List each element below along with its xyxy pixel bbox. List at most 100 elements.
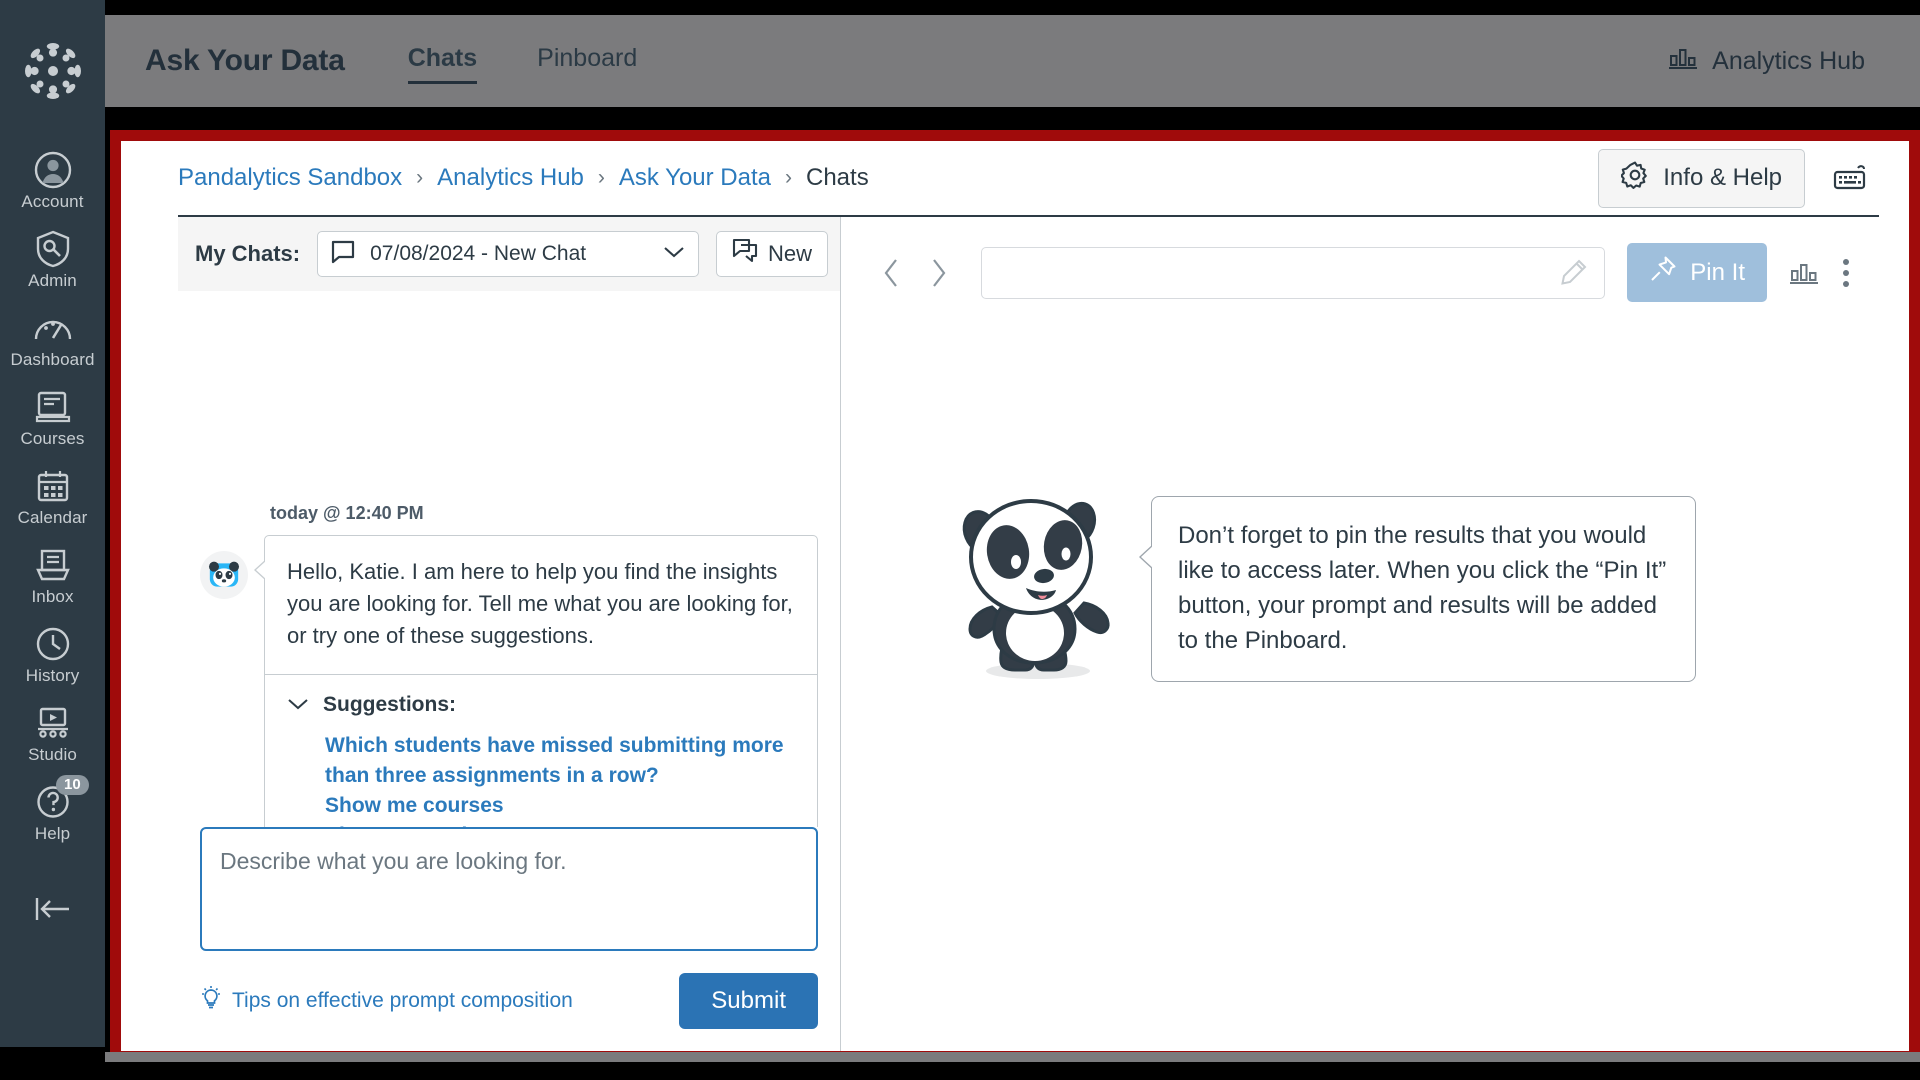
suggestions-toggle[interactable]: Suggestions: — [287, 693, 795, 717]
gauge-icon — [33, 308, 73, 348]
lightbulb-icon — [200, 986, 222, 1016]
results-title-input[interactable] — [981, 246, 1606, 299]
pin-it-tooltip: Don’t forget to pin the results that you… — [1139, 496, 1696, 682]
breadcrumb-separator: › — [416, 166, 424, 189]
sidebar-item-help[interactable]: 10 Help — [0, 773, 105, 852]
keyboard-shortcuts-icon[interactable] — [1833, 164, 1867, 192]
sidebar-label: Dashboard — [10, 350, 95, 369]
message-timestamp: today @ 12:40 PM — [270, 503, 424, 523]
assistant-message-group: today @ 12:40 PM Hello, Katie. I am here… — [200, 503, 818, 827]
header-tabs: Chats Pinboard — [407, 44, 637, 84]
chevron-down-icon — [662, 244, 686, 265]
sidebar-item-calendar[interactable]: Calendar — [0, 457, 105, 536]
content-header-actions: Info & Help — [1598, 148, 1909, 208]
sidebar-item-dashboard[interactable]: Dashboard — [0, 299, 105, 378]
breadcrumb-separator: › — [597, 166, 605, 189]
breadcrumb-item-chats: Chats — [806, 164, 869, 191]
sidebar-label: Inbox — [31, 587, 74, 606]
sidebar-item-account[interactable]: Account — [0, 141, 105, 220]
pin-it-button[interactable]: Pin It — [1627, 243, 1767, 302]
my-chats-label: My Chats: — [195, 241, 301, 266]
gear-icon — [1620, 161, 1649, 196]
analytics-hub-button[interactable]: Analytics Hub — [1668, 45, 1865, 78]
new-chat-label: New — [767, 241, 812, 266]
breadcrumb-separator: › — [785, 166, 792, 189]
breadcrumb: Pandalytics Sandbox › Analytics Hub › As… — [121, 141, 1909, 215]
breadcrumb-item-ask-your-data[interactable]: Ask Your Data — [619, 164, 771, 192]
suggestion-item[interactable]: Show me courses — [325, 791, 795, 821]
sidebar-item-inbox[interactable]: Inbox — [0, 536, 105, 615]
sidebar-item-history[interactable]: History — [0, 615, 105, 694]
sidebar-label: Calendar — [17, 508, 88, 527]
sidebar-item-courses[interactable]: Courses — [0, 378, 105, 457]
suggestions-section: Suggestions: Which students have missed … — [265, 674, 817, 827]
assistant-greeting-text: Hello, Katie. I am here to help you find… — [287, 559, 793, 649]
pin-it-label: Pin It — [1690, 258, 1745, 286]
sidebar-label: Studio — [28, 745, 77, 764]
results-panel: Pin It Don’t forget to pin the results t… — [841, 217, 1879, 1051]
help-badge-count: 10 — [56, 775, 89, 795]
sidebar-item-admin[interactable]: Admin — [0, 220, 105, 299]
content-area: Pandalytics Sandbox › Analytics Hub › As… — [121, 141, 1909, 1051]
app-window: Account Admin Dashboard Courses Calendar… — [0, 0, 1920, 1080]
suggestions-label: Suggestions: — [323, 693, 457, 717]
prompt-composer: Describe what you are looking for. Tips … — [178, 827, 840, 1051]
collapse-arrow-icon[interactable] — [31, 894, 75, 929]
analytics-hub-label: Analytics Hub — [1712, 46, 1865, 75]
shield-wrench-icon — [35, 229, 71, 269]
calendar-icon — [36, 466, 70, 506]
composer-footer: Tips on effective prompt composition Sub… — [200, 973, 818, 1051]
prompt-input[interactable]: Describe what you are looking for. — [200, 827, 818, 951]
prompt-tips-label: Tips on effective prompt composition — [232, 989, 573, 1012]
chevron-left-icon[interactable] — [867, 257, 915, 289]
global-navigation-sidebar: Account Admin Dashboard Courses Calendar… — [0, 0, 105, 1047]
chat-select-value: 07/08/2024 - New Chat — [370, 242, 587, 265]
chat-workspace: My Chats: 07/08/2024 - New Chat New toda… — [178, 215, 1879, 1051]
results-toolbar: Pin It — [841, 217, 1879, 302]
info-and-help-button[interactable]: Info & Help — [1598, 148, 1805, 208]
panda-avatar-icon — [200, 551, 248, 599]
suggestion-item[interactable]: Show me students — [325, 821, 795, 827]
suggestion-item[interactable]: Which students have missed submitting mo… — [325, 731, 795, 791]
suggestions-list: Which students have missed submitting mo… — [287, 731, 795, 827]
mascot-tooltip-group: Don’t forget to pin the results that you… — [841, 489, 1879, 689]
chat-bubble-icon — [330, 239, 356, 270]
info-and-help-label: Info & Help — [1663, 164, 1782, 191]
page-title: Ask Your Data — [145, 44, 345, 77]
panda-mascot-illustration — [946, 489, 1121, 689]
new-chat-button[interactable]: New — [715, 231, 828, 277]
sidebar-item-studio[interactable]: Studio — [0, 694, 105, 773]
chevron-right-icon[interactable] — [915, 257, 963, 289]
chat-select-dropdown[interactable]: 07/08/2024 - New Chat — [317, 231, 699, 277]
sidebar-label: Courses — [20, 429, 85, 448]
inbox-icon — [35, 545, 71, 585]
sidebar-label: Account — [21, 192, 84, 211]
tab-pinboard[interactable]: Pinboard — [537, 44, 637, 78]
prompt-tips-link[interactable]: Tips on effective prompt composition — [200, 986, 573, 1016]
kebab-menu-icon[interactable] — [1843, 258, 1849, 287]
message-row: Hello, Katie. I am here to help you find… — [200, 535, 818, 827]
highlighted-content-frame: Pandalytics Sandbox › Analytics Hub › As… — [110, 130, 1920, 1062]
tab-chats[interactable]: Chats — [407, 44, 478, 84]
pencil-icon[interactable] — [1558, 258, 1588, 288]
chat-message-stream: today @ 12:40 PM Hello, Katie. I am here… — [178, 291, 840, 827]
breadcrumb-item-analytics-hub[interactable]: Analytics Hub — [437, 164, 584, 192]
my-chats-toolbar: My Chats: 07/08/2024 - New Chat New — [178, 217, 840, 291]
submit-button[interactable]: Submit — [679, 973, 818, 1029]
chat-panel: My Chats: 07/08/2024 - New Chat New toda… — [178, 217, 841, 1051]
assistant-message-bubble: Hello, Katie. I am here to help you find… — [254, 535, 818, 827]
bar-chart-icon[interactable] — [1789, 260, 1819, 286]
new-chat-icon — [732, 238, 758, 270]
pushpin-icon — [1649, 255, 1677, 290]
chevron-down-icon — [287, 693, 309, 717]
clock-icon — [35, 624, 71, 664]
studio-icon — [34, 703, 72, 743]
user-circle-icon — [33, 150, 73, 190]
sidebar-label: Admin — [28, 271, 77, 290]
app-header: Ask Your Data Chats Pinboard Analytics H… — [105, 15, 1920, 107]
canvas-logo-icon[interactable] — [22, 40, 84, 107]
sidebar-label: Help — [34, 824, 71, 843]
window-bottom-strip — [105, 1052, 1920, 1062]
book-icon — [35, 387, 71, 427]
breadcrumb-item-pandalytics-sandbox[interactable]: Pandalytics Sandbox — [178, 164, 402, 192]
